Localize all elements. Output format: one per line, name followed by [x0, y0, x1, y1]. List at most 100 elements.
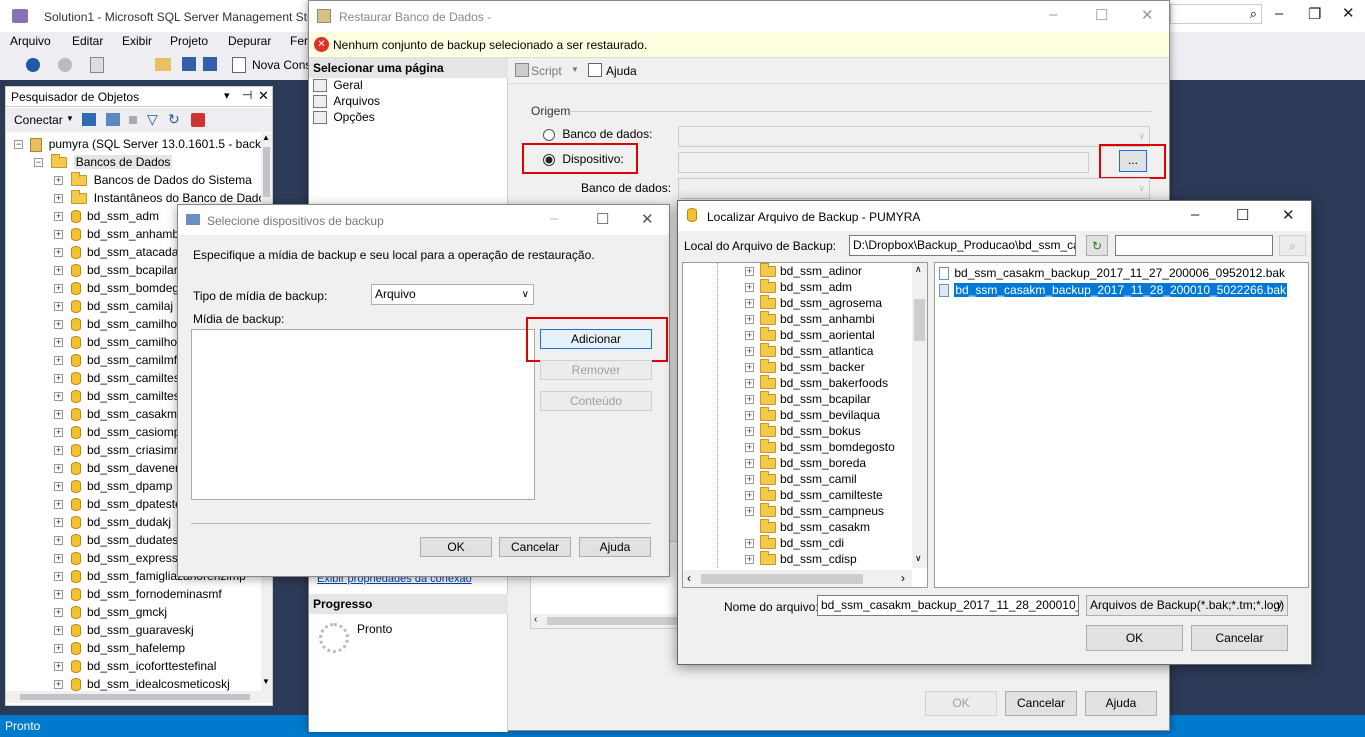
folder-tree-item[interactable]: + bd_ssm_atlantica [745, 343, 873, 359]
script-dropdown-icon[interactable]: ▼ [571, 65, 579, 74]
media-list[interactable] [191, 329, 535, 500]
new-query-icon[interactable] [232, 57, 246, 73]
tree-system-dbs[interactable]: + Bancos de Dados do Sistema [54, 171, 252, 189]
restore-help-button[interactable]: Ajuda [1085, 691, 1157, 716]
expand-icon[interactable]: + [54, 230, 63, 240]
expand-icon[interactable]: + [54, 482, 63, 492]
tree-database[interactable]: + bd_ssm_adm [54, 207, 159, 225]
page-geral[interactable]: Geral [313, 78, 363, 93]
autohide-icon[interactable]: ⊣ [242, 88, 252, 102]
bd-help-button[interactable]: Ajuda [579, 537, 651, 557]
file-search-field[interactable] [1115, 235, 1273, 256]
expand-icon[interactable]: + [745, 283, 754, 293]
expand-icon[interactable]: + [54, 536, 63, 546]
expand-icon[interactable]: + [54, 284, 63, 294]
folder-tree-item[interactable]: + bd_ssm_bomdegosto [745, 439, 895, 455]
expand-icon[interactable]: + [54, 302, 63, 312]
oe-hscrollbar[interactable] [6, 691, 272, 703]
tree-database[interactable]: + bd_ssm_dpamp [54, 477, 172, 495]
expand-icon[interactable]: + [54, 680, 63, 690]
bd-maximize-icon[interactable]: ☐ [596, 210, 609, 228]
expand-icon[interactable]: + [54, 374, 63, 384]
locate-close-icon[interactable]: ✕ [1282, 206, 1295, 224]
path-field[interactable]: D:\Dropbox\Backup_Producao\bd_ssm_casa [849, 235, 1076, 256]
expand-icon[interactable]: + [745, 459, 754, 469]
folder-tree-item[interactable]: + bd_ssm_boreda [745, 455, 866, 471]
script-icon[interactable] [515, 63, 529, 77]
remove-button[interactable]: Remover [540, 360, 652, 380]
expand-icon[interactable]: + [54, 626, 63, 636]
folder-tree-item[interactable]: + bd_ssm_campneus [745, 503, 884, 519]
folder-tree-item[interactable]: + bd_ssm_camil [745, 471, 857, 487]
expand-icon[interactable]: + [745, 363, 754, 373]
scroll-left-icon[interactable]: ‹ [534, 614, 537, 625]
hscroll-thumb[interactable] [701, 574, 863, 584]
folder-tree-item[interactable]: bd_ssm_casakm [745, 519, 870, 535]
tree-server[interactable]: − pumyra (SQL Server 13.0.1601.5 - backo [14, 135, 261, 153]
radio-database[interactable]: Banco de dados: [543, 127, 652, 141]
open-icon[interactable] [155, 58, 171, 71]
disconnect-icon[interactable] [106, 113, 120, 126]
tree-database[interactable]: + bd_ssm_guaraveskj [54, 621, 194, 639]
tree-database[interactable]: + bd_ssm_anhamb [54, 225, 179, 243]
expand-icon[interactable]: + [54, 266, 63, 276]
media-type-select[interactable]: Arquivo ∨ [371, 284, 534, 305]
folder-tree-item[interactable]: + bd_ssm_adinor [745, 263, 862, 279]
tree-database[interactable]: + bd_ssm_icoforttestefinal [54, 657, 216, 675]
file-item-selected[interactable]: bd_ssm_casakm_backup_2017_11_28_200010_5… [939, 282, 1289, 298]
tree-database[interactable]: + bd_ssm_hafelemp [54, 639, 185, 657]
restore-cancel-button[interactable]: Cancelar [1005, 691, 1077, 716]
minimize-icon[interactable]: – [1275, 5, 1283, 22]
locate-ok-button[interactable]: OK [1086, 625, 1183, 651]
folder-tree-item[interactable]: + bd_ssm_backer [745, 359, 865, 375]
expand-icon[interactable]: + [54, 320, 63, 330]
expand-icon[interactable]: + [745, 539, 754, 549]
new-project-icon[interactable] [90, 57, 104, 73]
expand-icon[interactable]: + [745, 443, 754, 453]
expand-icon[interactable]: + [54, 608, 63, 618]
file-search-button[interactable]: ⌕ [1279, 235, 1306, 256]
search-box[interactable]: ⌕ [1170, 4, 1262, 24]
tree-database[interactable]: + bd_ssm_gmckj [54, 603, 167, 621]
back-icon[interactable] [26, 58, 40, 72]
collapse-icon[interactable]: − [34, 158, 43, 168]
expand-icon[interactable]: + [745, 427, 754, 437]
page-arquivos[interactable]: Arquivos [313, 94, 380, 109]
expand-icon[interactable]: + [54, 212, 63, 222]
locate-maximize-icon[interactable]: ☐ [1236, 206, 1249, 224]
folder-tree-item[interactable]: + bd_ssm_aoriental [745, 327, 875, 343]
tree-database[interactable]: + bd_ssm_dudakj [54, 513, 171, 531]
expand-icon[interactable]: + [54, 428, 63, 438]
folder-tree-item[interactable]: + bd_ssm_agrosema [745, 295, 882, 311]
expand-icon[interactable]: + [745, 379, 754, 389]
expand-icon[interactable]: + [745, 491, 754, 501]
expand-icon[interactable]: + [745, 507, 754, 517]
script-button[interactable]: Script [531, 64, 562, 78]
tree-database[interactable]: + bd_ssm_casiomp [54, 423, 180, 441]
menu-arquivo[interactable]: Arquivo [10, 34, 51, 48]
menu-exibir[interactable]: Exibir [122, 34, 152, 48]
tree-database[interactable]: + bd_ssm_dpateste [54, 495, 182, 513]
restore-ok-button[interactable]: OK [925, 691, 997, 716]
filename-field[interactable]: bd_ssm_casakm_backup_2017_11_28_200010_5… [817, 595, 1079, 616]
forward-icon[interactable] [58, 58, 72, 72]
scroll-up-icon[interactable]: ▲ [262, 133, 270, 142]
scroll-left-icon[interactable]: ‹ [687, 571, 691, 585]
expand-icon[interactable]: + [745, 411, 754, 421]
tree-database[interactable]: + bd_ssm_camilmf [54, 351, 177, 369]
tree-database[interactable]: + bd_ssm_bcapilar [54, 261, 178, 279]
tree-database[interactable]: + bd_ssm_atacada [54, 243, 178, 261]
expand-icon[interactable]: + [54, 500, 63, 510]
expand-icon[interactable]: + [54, 464, 63, 474]
bd-close-icon[interactable]: ✕ [641, 210, 654, 228]
scroll-thumb[interactable] [914, 299, 925, 341]
restore-icon[interactable]: ❐ [1308, 5, 1321, 23]
expand-icon[interactable]: + [745, 267, 754, 277]
folder-tree-item[interactable]: + bd_ssm_bevilaqua [745, 407, 880, 423]
menu-editar[interactable]: Editar [72, 34, 103, 48]
expand-icon[interactable]: + [745, 299, 754, 309]
tree-database[interactable]: + bd_ssm_camiltes [54, 387, 180, 405]
new-query-button[interactable]: Nova Cons [252, 58, 311, 72]
hscroll-thumb[interactable] [547, 617, 677, 625]
scroll-right-icon[interactable]: › [901, 571, 905, 585]
